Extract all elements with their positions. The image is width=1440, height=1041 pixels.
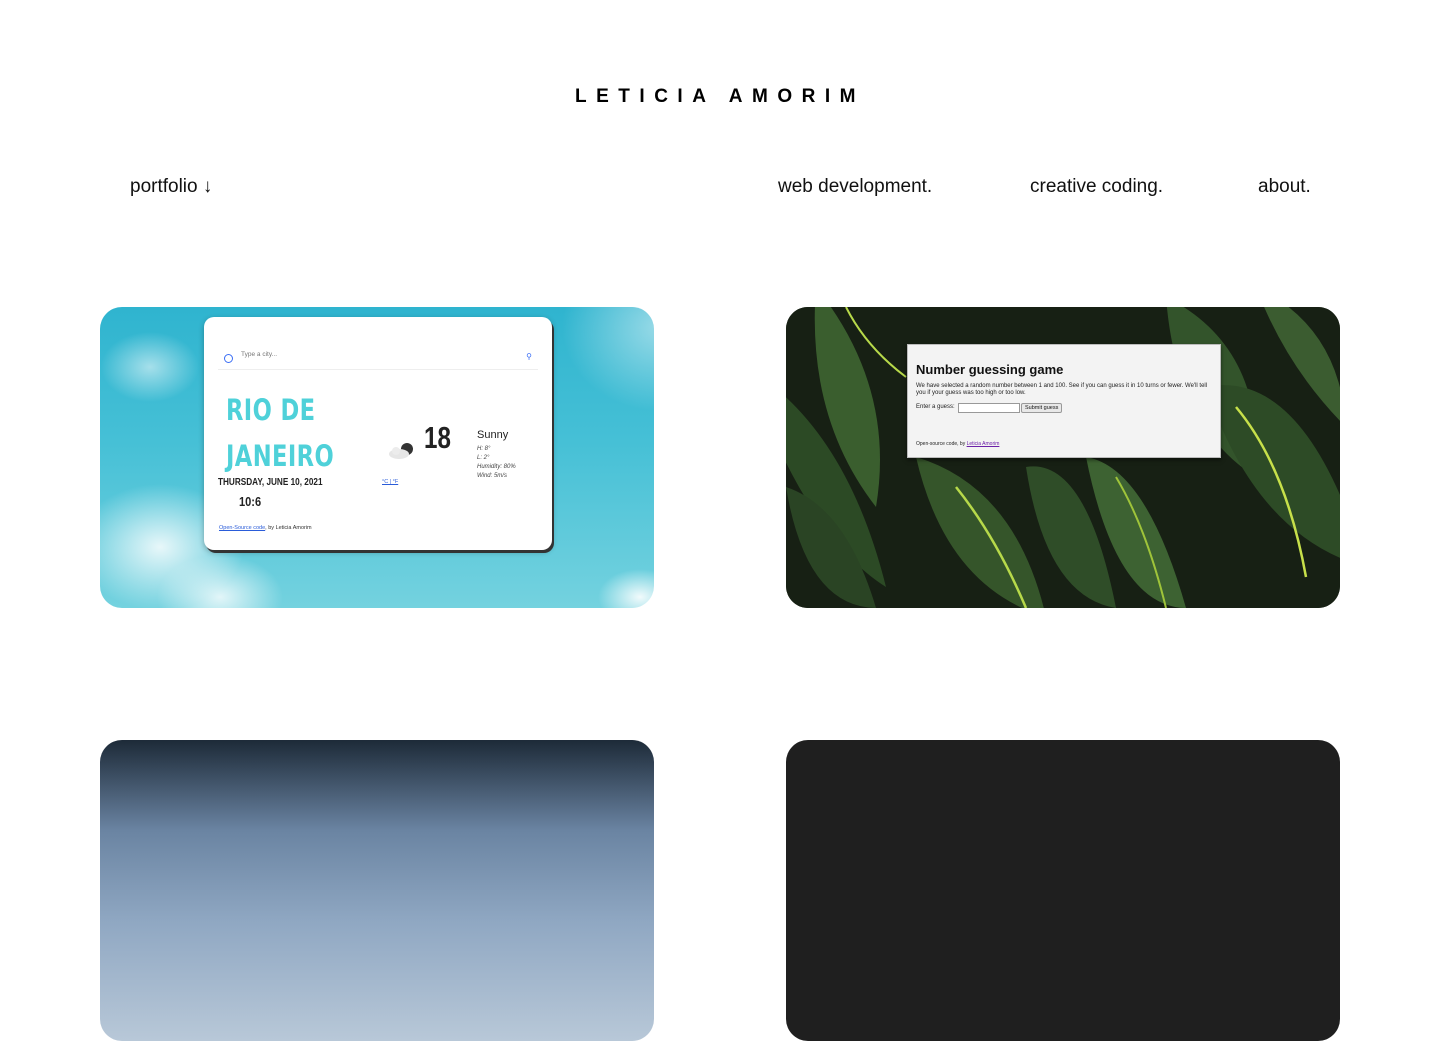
guessing-game-preview: Number guessing game We have selected a … <box>907 344 1221 458</box>
search-icon: ⚲ <box>526 352 532 361</box>
site-title[interactable]: LETICIA AMORIM <box>0 86 1440 108</box>
weather-wind: Wind: 5m/s <box>477 473 507 479</box>
weather-city: RIO DE JANEIRO <box>226 387 334 479</box>
weather-time: 10:6 <box>239 494 262 509</box>
weather-humidity: Humidity: 80% <box>477 464 516 470</box>
project-card-weather[interactable]: Type a city... ⚲ RIO DE JANEIRO THURSDAY… <box>100 307 654 608</box>
weather-footer-credit: , by Leticia Amorim <box>265 525 312 531</box>
game-author-link: Leticia Amorim <box>966 441 1000 447</box>
weather-temperature: 18 <box>424 420 451 455</box>
weather-search-bar: Type a city... ⚲ <box>218 349 538 370</box>
game-title: Number guessing game <box>916 362 1064 377</box>
weather-search-placeholder: Type a city... <box>241 351 278 358</box>
submit-guess-button: Submit guess <box>1021 403 1063 413</box>
game-footer: Open-source code, by Leticia Amorim <box>916 441 999 447</box>
weather-footer: Open-Source code, by Leticia Amorim <box>219 525 312 531</box>
weather-condition: Sunny <box>477 429 509 441</box>
guess-label: Enter a guess: <box>916 404 955 410</box>
nav-portfolio[interactable]: portfolio ↓ <box>130 176 212 198</box>
weather-details: H: 8° L: 2° Humidity: 80% Wind: 5m/s <box>477 445 516 481</box>
weather-source-link: Open-Source code <box>219 525 266 531</box>
location-icon <box>224 354 233 363</box>
weather-low: L: 2° <box>477 455 490 461</box>
unit-toggle: °C | °F <box>382 479 399 485</box>
project-card-guessing-game[interactable]: Number guessing game We have selected a … <box>786 307 1340 608</box>
game-description: We have selected a random number between… <box>916 383 1208 396</box>
nav-creative-coding[interactable]: creative coding. <box>1030 176 1163 198</box>
weather-date: THURSDAY, JUNE 10, 2021 <box>218 477 323 488</box>
weather-city-line2: JANEIRO <box>226 439 335 473</box>
game-footer-credit: Open-source code, by <box>916 441 967 447</box>
nav-web-development[interactable]: web development. <box>778 176 932 198</box>
project-card-4[interactable] <box>786 740 1340 1041</box>
weather-high: H: 8° <box>477 446 491 452</box>
guess-input <box>958 403 1020 413</box>
nav-about[interactable]: about. <box>1258 176 1311 198</box>
partly-cloudy-icon <box>389 443 413 459</box>
weather-app-preview: Type a city... ⚲ RIO DE JANEIRO THURSDAY… <box>204 317 552 550</box>
weather-city-line1: RIO DE <box>226 393 316 427</box>
project-card-3[interactable] <box>100 740 654 1041</box>
